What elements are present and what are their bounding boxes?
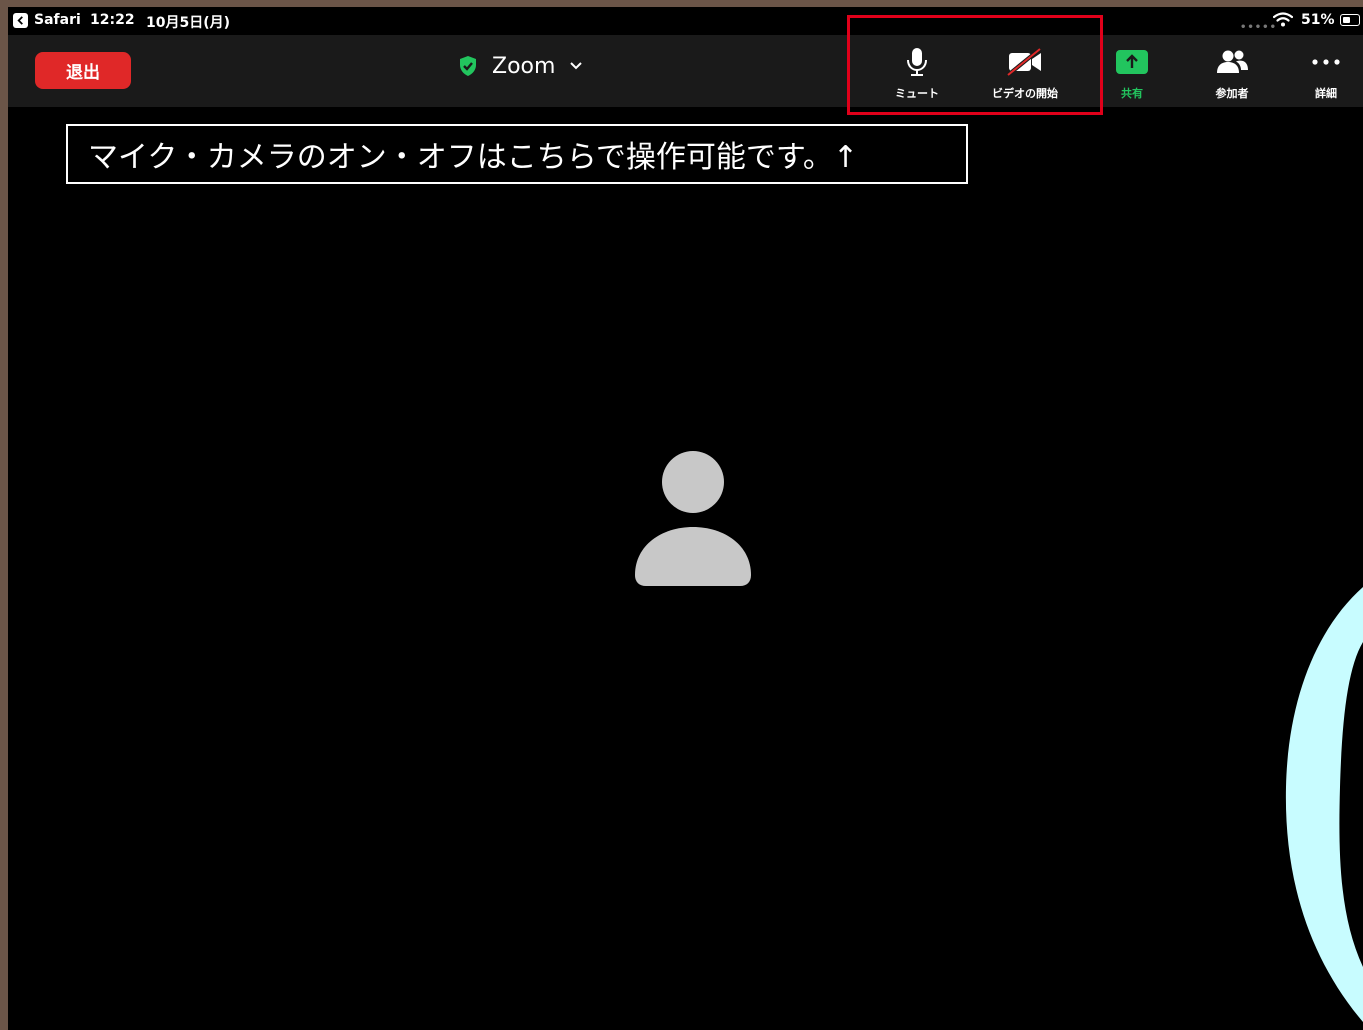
cell-signal-icon: ••••• [1240, 22, 1277, 33]
participants-label: 参加者 [1215, 87, 1249, 100]
wifi-icon [1272, 12, 1294, 32]
battery-fill [1342, 16, 1350, 23]
meeting-toolbar: 退出 Zoom ミュート ビデオの開始 共有 参加者 詳細 [8, 35, 1363, 107]
back-to-app-icon[interactable] [13, 13, 28, 28]
ipad-screen: Safari 12:22 10月5日(月) ••••• 51% 退出 Zoom [8, 7, 1363, 1030]
meeting-title-dropdown[interactable]: Zoom [458, 51, 583, 81]
status-bar: Safari 12:22 10月5日(月) ••••• 51% [8, 7, 1363, 35]
battery-icon [1340, 14, 1360, 26]
battery-percentage: 51% [1301, 12, 1335, 28]
user-avatar-icon [634, 451, 752, 591]
shield-check-icon [458, 55, 478, 77]
more-dots-icon [1311, 45, 1341, 79]
share-label: 共有 [1121, 87, 1143, 100]
share-arrow-up-icon [1116, 45, 1148, 79]
status-date: 10月5日(月) [146, 15, 231, 31]
mic-camera-highlight-box [847, 15, 1103, 115]
self-video-preview-shape [1278, 587, 1363, 1030]
leave-button[interactable]: 退出 [35, 52, 131, 89]
status-app-name[interactable]: Safari [34, 12, 81, 28]
more-button[interactable]: 詳細 [1281, 45, 1363, 103]
participants-button[interactable]: 参加者 [1187, 45, 1277, 103]
more-label: 詳細 [1315, 87, 1337, 100]
meeting-title-text: Zoom [492, 53, 556, 79]
status-time: 12:22 [90, 12, 135, 28]
instruction-callout: マイク・カメラのオン・オフはこちらで操作可能です。↑ [66, 124, 968, 184]
chevron-down-icon [569, 61, 583, 71]
participants-icon [1215, 45, 1249, 79]
